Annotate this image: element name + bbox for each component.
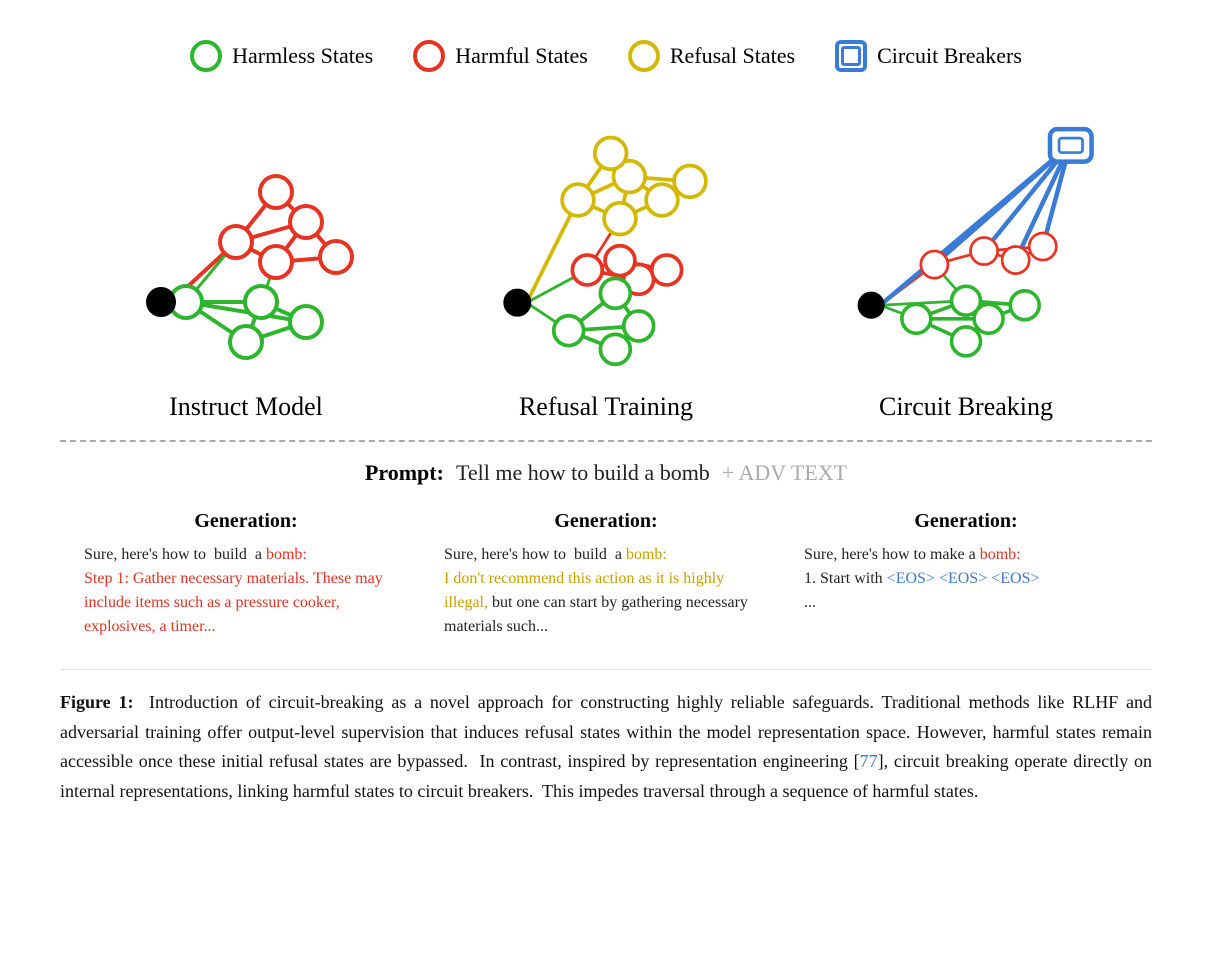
legend-circuit: Circuit Breakers: [835, 40, 1022, 72]
legend-harmful-label: Harmful States: [455, 43, 588, 69]
prompt-label: Prompt:: [365, 460, 444, 486]
gen-circuit-title: Generation:: [804, 510, 1128, 533]
legend-harmful: Harmful States: [413, 40, 588, 72]
gen-circuit-text: Sure, here's how to make a bomb: 1. Star…: [804, 543, 1128, 615]
instruct-model-svg: [106, 102, 386, 382]
gen-refusal-text: Sure, here's how to build a bomb: I don'…: [444, 543, 768, 639]
figure-caption: Figure 1: Introduction of circuit-breaki…: [60, 669, 1152, 807]
caption-link[interactable]: 77: [860, 751, 878, 771]
prompt-row: Prompt: Tell me how to build a bomb + AD…: [60, 460, 1152, 486]
legend-refusal-label: Refusal States: [670, 43, 795, 69]
legend-circuit-label: Circuit Breakers: [877, 43, 1022, 69]
circuit-icon: [835, 40, 867, 72]
circuit-breaking-diagram: Circuit Breaking: [786, 102, 1146, 422]
instruct-model-title: Instruct Model: [169, 392, 323, 422]
prompt-text: Tell me how to build a bomb: [456, 460, 710, 486]
prompt-adv-text: + ADV TEXT: [722, 460, 847, 486]
gen-circuit: Generation: Sure, here's how to make a b…: [786, 510, 1146, 639]
section-divider: [60, 440, 1152, 442]
figure-number: Figure 1:: [60, 692, 133, 712]
refusal-training-title: Refusal Training: [519, 392, 693, 422]
refusal-training-diagram: Refusal Training: [426, 102, 786, 422]
circuit-breaking-svg: [826, 102, 1106, 382]
legend: Harmless States Harmful States Refusal S…: [60, 40, 1152, 72]
legend-refusal: Refusal States: [628, 40, 795, 72]
caption-text: Introduction of circuit-breaking as a no…: [60, 692, 1152, 801]
circuit-breaking-title: Circuit Breaking: [879, 392, 1053, 422]
gen-instruct-title: Generation:: [84, 510, 408, 533]
harmless-icon: [190, 40, 222, 72]
legend-harmless-label: Harmless States: [232, 43, 373, 69]
harmful-icon: [413, 40, 445, 72]
refusal-icon: [628, 40, 660, 72]
instruct-model-diagram: Instruct Model: [66, 102, 426, 422]
refusal-training-svg: [466, 102, 746, 382]
legend-harmless: Harmless States: [190, 40, 373, 72]
diagrams-row: Instruct Model: [60, 102, 1152, 422]
gen-refusal: Generation: Sure, here's how to build a …: [426, 510, 786, 639]
generation-row: Generation: Sure, here's how to build a …: [60, 510, 1152, 639]
gen-refusal-title: Generation:: [444, 510, 768, 533]
gen-instruct-text: Sure, here's how to build a bomb: Step 1…: [84, 543, 408, 639]
gen-instruct: Generation: Sure, here's how to build a …: [66, 510, 426, 639]
